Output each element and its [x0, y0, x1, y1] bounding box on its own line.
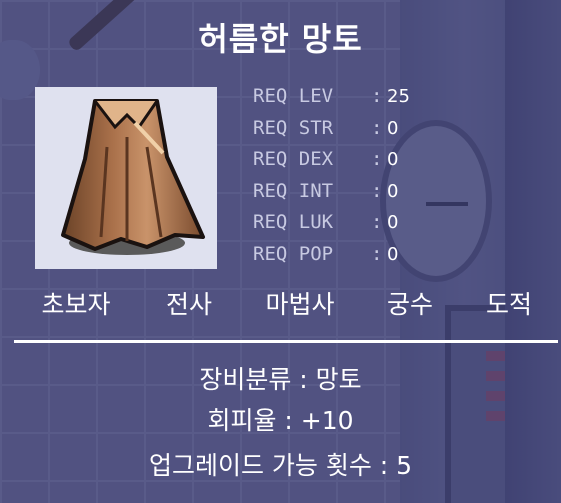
- req-label: REQ POP: [253, 242, 334, 265]
- info-avoidability: 회피율 : +10: [207, 406, 354, 435]
- req-label: REQ LEV: [253, 85, 334, 107]
- divider: [14, 340, 558, 343]
- req-value: 0: [387, 117, 399, 139]
- req-label: REQ LUK: [253, 211, 334, 233]
- req-row-dex: REQ DEX:0: [253, 147, 410, 179]
- item-tooltip: 허름한 망토 REQ LEV:25 REQ STR:0 REQ DEX: 0 …: [0, 0, 561, 503]
- req-separator: :: [371, 211, 383, 233]
- req-label: REQ STR: [253, 116, 334, 139]
- requirements-list: REQ LEV:25 REQ STR:0 REQ DEX:0 REQ INT:0…: [253, 84, 410, 273]
- req-value: 0: [387, 180, 399, 202]
- info-upgrade-slots: 업그레이드 가능 횟수 : 5: [148, 451, 413, 480]
- req-row-level: REQ LEV:25: [253, 84, 410, 116]
- job-thief: 도적: [485, 290, 533, 319]
- cape-icon: [61, 99, 205, 255]
- req-separator: :: [371, 148, 383, 170]
- req-row-pop: REQ POP:0: [253, 242, 410, 274]
- req-row-str: REQ STR:0: [253, 116, 410, 148]
- req-value: 0: [387, 149, 399, 170]
- item-name: 허름한 망토: [198, 20, 363, 58]
- req-row-luk: REQ LUK:0: [253, 210, 410, 242]
- req-value: 0: [387, 243, 399, 265]
- job-beginner: 초보자: [41, 290, 111, 319]
- req-separator: :: [371, 85, 383, 107]
- req-value: 0: [387, 212, 399, 233]
- req-value: 25: [387, 86, 410, 107]
- req-separator: :: [371, 179, 383, 202]
- job-list: 초보자 전사 마법사 궁수 도적: [0, 285, 561, 325]
- job-warrior: 전사: [165, 290, 213, 319]
- req-row-int: REQ INT:0: [253, 179, 410, 211]
- req-label: REQ INT: [253, 179, 334, 202]
- req-label: REQ DEX: [253, 148, 334, 170]
- job-magician: 마법사: [265, 290, 335, 319]
- req-separator: :: [371, 116, 383, 139]
- job-bowman: 궁수: [386, 290, 434, 319]
- info-equip-category: 장비분류 : 망토: [199, 365, 362, 394]
- req-separator: :: [371, 242, 383, 265]
- item-icon-frame: [35, 87, 217, 269]
